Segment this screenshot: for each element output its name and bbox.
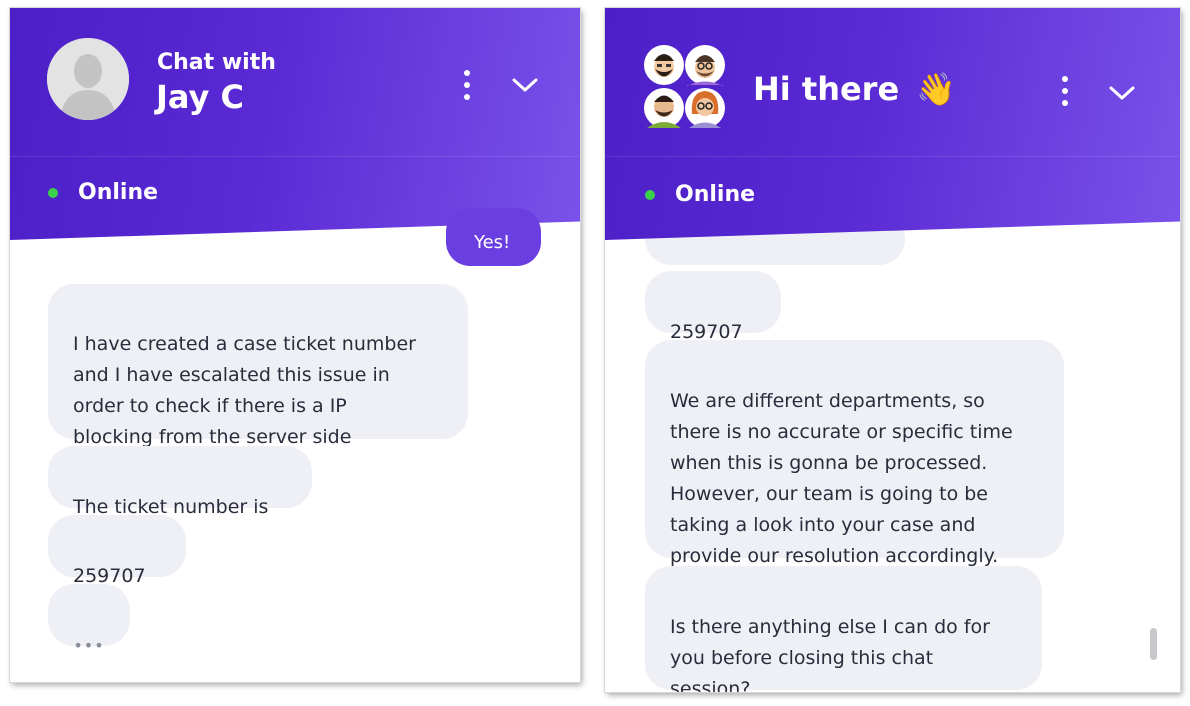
- agent-message-text: We are different departments, so there i…: [670, 390, 1013, 567]
- chat-window-left: Chat with Jay C Online Yes! I have creat…: [10, 8, 580, 682]
- more-vert-icon: [1062, 76, 1068, 106]
- agent-name: Jay C: [156, 78, 244, 116]
- minimize-chat-button[interactable]: [1107, 80, 1137, 104]
- team-avatars-icon: [643, 44, 727, 130]
- agent-message-bubble: We are different departments, so there i…: [645, 340, 1064, 567]
- status-indicator: Online: [48, 180, 158, 205]
- more-options-button[interactable]: [1060, 74, 1070, 108]
- chat-with-label: Chat with: [157, 50, 276, 75]
- agent-message-text: Is there anything else I can do for you …: [670, 616, 990, 692]
- status-indicator: Online: [645, 182, 755, 207]
- agent-message-bubble: Is there anything else I can do for you …: [645, 566, 1042, 692]
- more-options-button[interactable]: [462, 68, 472, 102]
- agent-message-bubble: The ticket number is: [48, 446, 312, 518]
- status-text: Online: [78, 180, 159, 205]
- online-dot: [48, 187, 58, 198]
- agent-message-bubble: 259707: [48, 515, 186, 587]
- chevron-down-icon: [1109, 86, 1135, 100]
- user-message-text: Yes!: [474, 232, 511, 253]
- greeting-title: Hi there 👋: [753, 70, 956, 108]
- chat-window-right: 259707 We are different departments, so …: [605, 8, 1180, 692]
- typing-indicator: •••: [48, 584, 130, 655]
- agent-message-bubble: 259707: [645, 271, 781, 343]
- user-message-bubble: Yes!: [446, 208, 541, 266]
- status-text: Online: [675, 182, 756, 207]
- more-vert-icon: [464, 70, 470, 100]
- header-divider: [10, 156, 580, 157]
- minimize-chat-button[interactable]: [510, 72, 540, 96]
- waving-hand-icon: 👋: [916, 70, 957, 108]
- agent-avatar-icon: [47, 38, 129, 120]
- chevron-down-icon: [512, 78, 538, 92]
- header-divider: [605, 156, 1180, 157]
- agent-message-text: I have created a case ticket number and …: [73, 333, 416, 448]
- agent-message-bubble: I have created a case ticket number and …: [48, 284, 468, 448]
- online-dot: [645, 189, 655, 200]
- greeting-text: Hi there: [753, 70, 900, 108]
- message-scrollbar[interactable]: [1150, 628, 1157, 660]
- typing-dots: •••: [73, 636, 105, 655]
